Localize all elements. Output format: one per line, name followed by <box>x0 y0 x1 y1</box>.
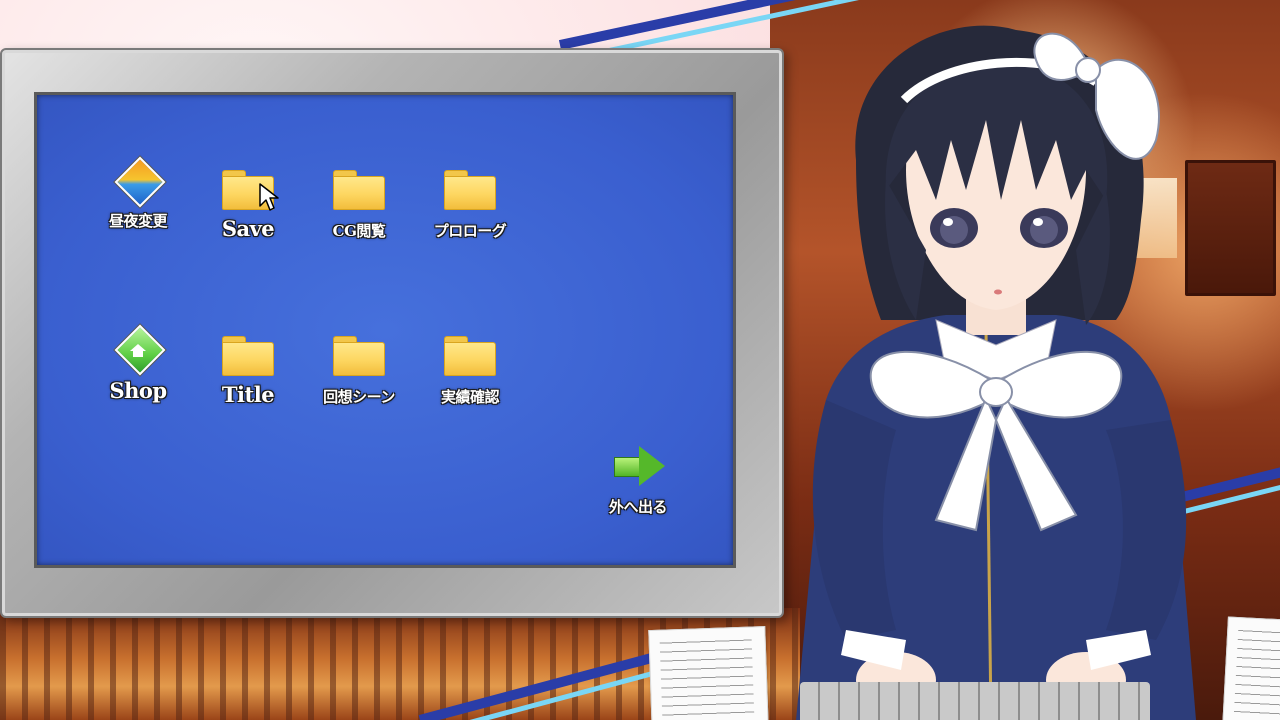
prologue-button[interactable]: プロローグ <box>420 166 520 241</box>
mouse-cursor-icon <box>259 183 279 211</box>
character-portrait <box>796 25 1196 720</box>
day-night-label: 昼夜変更 <box>108 212 168 230</box>
day-night-button[interactable]: 昼夜変更 <box>88 156 188 231</box>
cg-gallery-label: CG閲覧 <box>332 222 386 240</box>
recollection-label: 回想シーン <box>323 388 395 406</box>
save-label: Save <box>221 216 275 241</box>
shop-button[interactable]: Shop <box>88 324 188 403</box>
exit-label: 外へ出る <box>608 498 668 516</box>
folder-icon <box>444 336 496 376</box>
folder-icon <box>333 336 385 376</box>
keyboard <box>800 682 1150 720</box>
achievements-label: 実績確認 <box>440 388 500 406</box>
arrow-right-icon <box>614 446 666 486</box>
exit-button[interactable]: 外へ出る <box>588 442 688 517</box>
day-night-icon <box>114 156 166 208</box>
prologue-label: プロローグ <box>433 222 507 240</box>
paper-sheet <box>648 625 769 720</box>
folder-icon <box>444 170 496 210</box>
title-button[interactable]: Title <box>198 332 298 407</box>
achievements-button[interactable]: 実績確認 <box>420 332 520 407</box>
recollection-button[interactable]: 回想シーン <box>309 332 409 407</box>
shop-label: Shop <box>109 378 167 403</box>
game-scene: 昼夜変更 Save CG閲覧 プロローグ Shop Title 回想シーン 実績… <box>0 0 1280 720</box>
folder-icon <box>333 170 385 210</box>
title-label: Title <box>221 382 275 407</box>
save-button[interactable]: Save <box>198 166 298 241</box>
paper-sheet <box>1222 616 1280 720</box>
cg-gallery-button[interactable]: CG閲覧 <box>309 166 409 241</box>
folder-icon <box>222 336 274 376</box>
